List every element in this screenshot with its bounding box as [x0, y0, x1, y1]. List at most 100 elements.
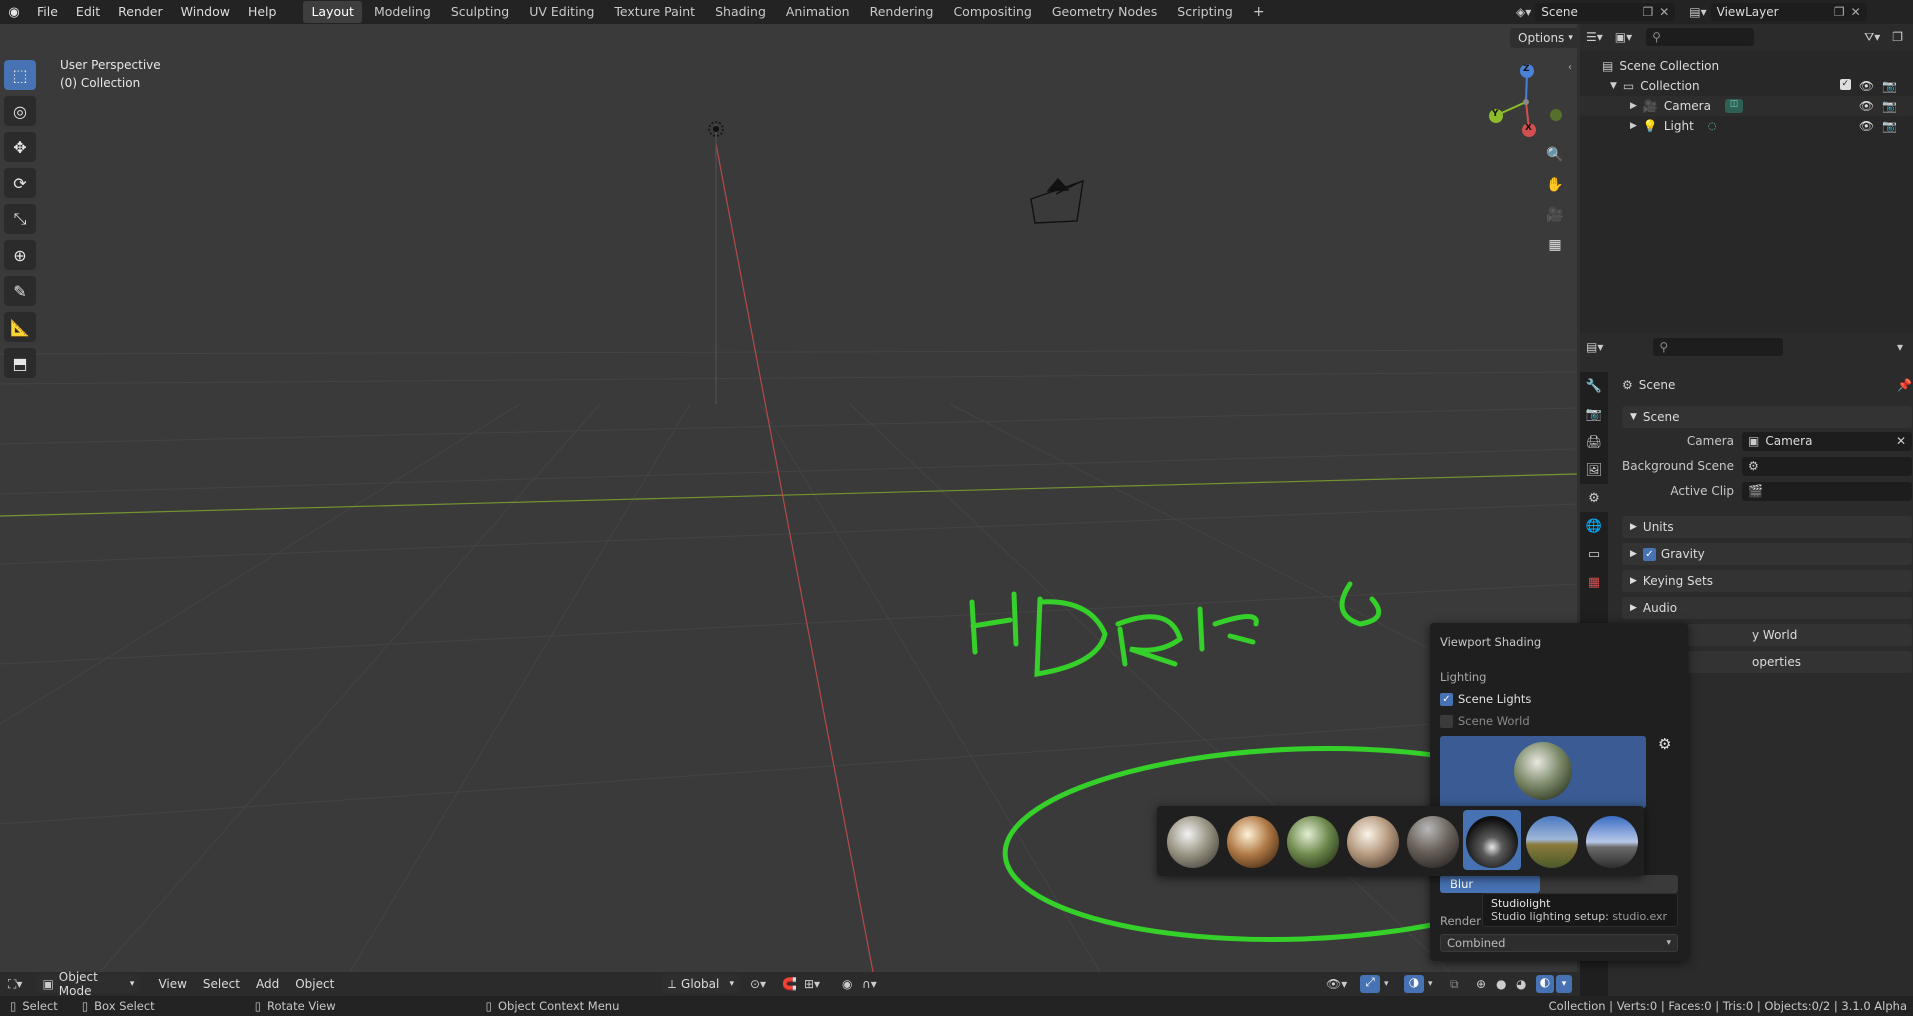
camera-data-icon[interactable]: ◫ — [1724, 99, 1743, 113]
output-tab-icon[interactable]: 🖨 — [1580, 428, 1608, 456]
visibility-eye-icon[interactable]: 👁 — [1859, 99, 1874, 113]
outliner-row-light[interactable]: ▶ 💡 Light ◌ 👁 📷 — [1580, 116, 1913, 136]
outliner-row-scene-collection[interactable]: ▤ Scene Collection — [1580, 56, 1913, 76]
pivot-point-icon[interactable]: ⊙▾ — [750, 977, 766, 991]
properties-search[interactable]: ⚲ — [1653, 338, 1784, 356]
menu-help[interactable]: Help — [239, 0, 286, 24]
hdri-night-thumbnail[interactable] — [1407, 816, 1459, 868]
menu-view[interactable]: View — [150, 977, 194, 991]
new-collection-icon[interactable]: ❐ — [1892, 30, 1903, 44]
tool-tab-icon[interactable]: 🔧 — [1580, 372, 1608, 400]
tab-geometry-nodes[interactable]: Geometry Nodes — [1044, 1, 1165, 23]
exclude-checkbox[interactable]: ✓ — [1839, 79, 1851, 90]
cursor-tool-icon[interactable]: ◎ — [4, 96, 36, 126]
hdri-courtyard-thumbnail[interactable] — [1347, 816, 1399, 868]
camera-field[interactable]: ▣ Camera ✕ — [1742, 431, 1912, 451]
options-dropdown-icon[interactable]: ▾ — [1897, 340, 1903, 354]
camera-view-icon[interactable]: 🎥 — [1542, 202, 1568, 228]
wireframe-shading-icon[interactable]: ⊕ — [1476, 977, 1486, 991]
render-camera-icon[interactable]: 📷 — [1882, 119, 1897, 133]
scale-tool-icon[interactable]: ⤡ — [4, 204, 36, 234]
visibility-selector-icon[interactable]: 👁▾ — [1326, 977, 1347, 991]
hdri-forest-thumbnail[interactable] — [1287, 816, 1339, 868]
hdri-interior-thumbnail[interactable] — [1227, 816, 1279, 868]
collection-tab-icon[interactable]: ▭ — [1580, 540, 1608, 568]
menu-render[interactable]: Render — [109, 0, 172, 24]
snap-target-icon[interactable]: ⊞▾ — [804, 977, 820, 991]
outliner-search[interactable]: ⚲ — [1646, 28, 1755, 46]
select-box-tool-icon[interactable]: ⬚ — [4, 60, 36, 90]
shading-popover-dropdown-icon[interactable]: ▾ — [1556, 975, 1572, 993]
tab-layout[interactable]: Layout — [303, 1, 362, 23]
options-button[interactable]: Options ▾ — [1510, 28, 1577, 48]
scene-tab-icon[interactable]: ⚙ — [1580, 484, 1608, 512]
hdri-preview[interactable] — [1440, 736, 1646, 808]
delete-viewlayer-icon[interactable]: ✕ — [1851, 5, 1861, 19]
sidebar-toggle-icon[interactable]: ‹ — [1568, 62, 1572, 73]
scene-lights-toggle[interactable]: ✓ Scene Lights — [1440, 692, 1531, 706]
expand-arrow-icon[interactable]: ▼ — [1610, 81, 1617, 91]
proportional-edit-icon[interactable]: ◉ — [842, 977, 852, 991]
solid-shading-icon[interactable]: ● — [1496, 977, 1506, 991]
annotate-tool-icon[interactable]: ✎ — [4, 276, 36, 306]
render-tab-icon[interactable]: 📷 — [1580, 400, 1608, 428]
panel-audio[interactable]: ▶ Audio — [1622, 597, 1912, 619]
snap-toggle-icon[interactable]: 🧲 — [782, 977, 797, 991]
filter-icon[interactable]: ⛛▾ — [1864, 30, 1880, 45]
texture-tab-icon[interactable]: ▦ — [1580, 568, 1608, 596]
transform-tool-icon[interactable]: ⊕ — [4, 240, 36, 270]
display-mode-icon[interactable]: ▣▾ — [1615, 30, 1632, 44]
scene-world-checkbox[interactable] — [1440, 714, 1453, 728]
gravity-checkbox[interactable]: ✓ — [1642, 547, 1656, 561]
menu-object[interactable]: Object — [287, 977, 342, 991]
menu-window[interactable]: Window — [172, 0, 239, 24]
new-viewlayer-icon[interactable]: ❐ — [1834, 5, 1845, 19]
hdri-sky-thumbnail[interactable] — [1586, 816, 1638, 868]
menu-file[interactable]: File — [28, 0, 67, 24]
navigation-gizmo[interactable]: Z Y X — [1484, 60, 1568, 159]
visibility-eye-icon[interactable]: 👁 — [1859, 79, 1874, 93]
expand-arrow-icon[interactable]: ▶ — [1630, 101, 1637, 111]
outliner-row-camera[interactable]: ▶ 🎥 Camera ◫ 👁 📷 — [1580, 96, 1913, 116]
viewlayer-field[interactable]: ViewLayer ❐ ✕ — [1710, 3, 1867, 21]
viewlayer-selector-icon[interactable]: ▤▾ — [1689, 5, 1706, 19]
scene-selector-icon[interactable]: ◈▾ — [1516, 5, 1531, 19]
tab-texture-paint[interactable]: Texture Paint — [606, 1, 703, 23]
delete-scene-icon[interactable]: ✕ — [1659, 5, 1669, 19]
tab-sculpting[interactable]: Sculpting — [443, 1, 517, 23]
rendered-shading-icon[interactable]: ◐ — [1536, 975, 1554, 993]
scene-name-field[interactable]: Scene ❐ ✕ — [1535, 3, 1676, 21]
scene-lights-checkbox[interactable]: ✓ — [1440, 692, 1453, 706]
tab-scripting[interactable]: Scripting — [1169, 1, 1241, 23]
ortho-grid-icon[interactable]: ▦ — [1542, 232, 1568, 258]
editor-type-icon[interactable]: ⛶▾ — [8, 977, 22, 992]
menu-edit[interactable]: Edit — [67, 0, 109, 24]
gizmos-toggle-icon[interactable]: ⤢ — [1360, 975, 1380, 993]
transform-orientation-select[interactable]: ⟂ Global ▾ — [662, 975, 740, 993]
tab-modeling[interactable]: Modeling — [366, 1, 439, 23]
panel-keying-sets[interactable]: ▶ Keying Sets — [1622, 570, 1912, 592]
world-tab-icon[interactable]: 🌐 — [1580, 512, 1608, 540]
move-tool-icon[interactable]: ✥ — [4, 132, 36, 162]
menu-add[interactable]: Add — [248, 977, 287, 991]
render-camera-icon[interactable]: 📷 — [1882, 79, 1897, 93]
active-clip-field[interactable]: 🎬 — [1742, 481, 1912, 501]
light-data-icon[interactable]: ◌ — [1708, 121, 1717, 132]
new-scene-icon[interactable]: ❐ — [1642, 5, 1653, 19]
add-cube-tool-icon[interactable]: ⬒ — [4, 348, 36, 378]
outliner-row-collection[interactable]: ▼ ▭ Collection ✓ 👁 📷 — [1580, 76, 1913, 96]
rotate-tool-icon[interactable]: ⟳ — [4, 168, 36, 198]
pan-hand-icon[interactable]: ✋ — [1542, 172, 1568, 198]
view-layer-tab-icon[interactable]: 🖼 — [1580, 456, 1608, 484]
overlays-toggle-icon[interactable]: ◑ — [1404, 975, 1424, 993]
blender-logo-icon[interactable]: ◉ — [0, 5, 28, 20]
falloff-icon[interactable]: ∩▾ — [862, 977, 877, 991]
mode-selector[interactable]: ▣ Object Mode ▾ — [36, 970, 141, 998]
panel-scene[interactable]: ▼ Scene — [1622, 406, 1912, 428]
hdri-sunset-thumbnail[interactable] — [1526, 816, 1578, 868]
hdri-studio-thumbnail[interactable] — [1466, 816, 1518, 868]
scene-world-toggle[interactable]: Scene World — [1440, 714, 1530, 728]
blur-slider-track[interactable] — [1540, 875, 1678, 893]
hdri-city-thumbnail[interactable] — [1167, 816, 1219, 868]
overlays-dropdown-icon[interactable]: ▾ — [1428, 979, 1433, 989]
